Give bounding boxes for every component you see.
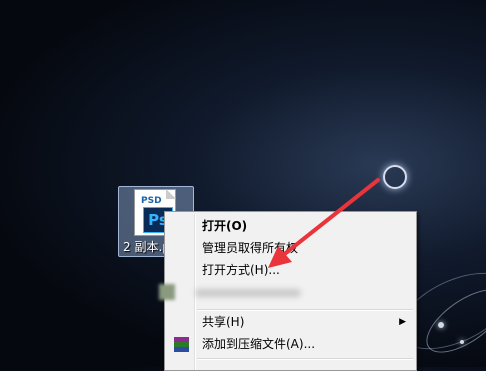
menu-item-open[interactable]: 打开(O) [167,215,414,237]
menu-item-take-ownership[interactable]: 管理员取得所有权 [167,237,414,259]
menu-item-obscured[interactable] [159,284,309,300]
context-menu: 打开(O) 管理员取得所有权 打开方式(H)... 共享(H) ▶ 添加到压缩文… [159,211,417,371]
desktop-light-streak [416,277,486,365]
menu-separator [197,358,413,360]
page-fold [166,189,176,199]
menu-item-add-to-archive[interactable]: 添加到压缩文件(A)... [167,333,414,355]
menu-item-label: 管理员取得所有权 [202,241,299,255]
winrar-archive-icon [174,337,189,352]
menu-item-label: 打开(O) [202,219,248,233]
obscured-app-icon [159,284,175,300]
menu-item-open-with[interactable]: 打开方式(H)... [167,259,414,281]
menu-item-label: 添加到压缩文件(A)... [202,337,316,351]
desktop-light-ring [383,165,407,189]
file-type-tag: PSD [141,196,162,206]
menu-item-label: 打开方式(H)... [202,263,280,277]
menu-item-label: 共享(H) [202,315,245,329]
submenu-arrow-icon: ▶ [399,317,406,327]
menu-item-share[interactable]: 共享(H) ▶ [167,311,414,333]
desktop-light-dot [438,322,444,328]
obscured-label [195,289,301,297]
desktop-light-dot [460,340,464,344]
